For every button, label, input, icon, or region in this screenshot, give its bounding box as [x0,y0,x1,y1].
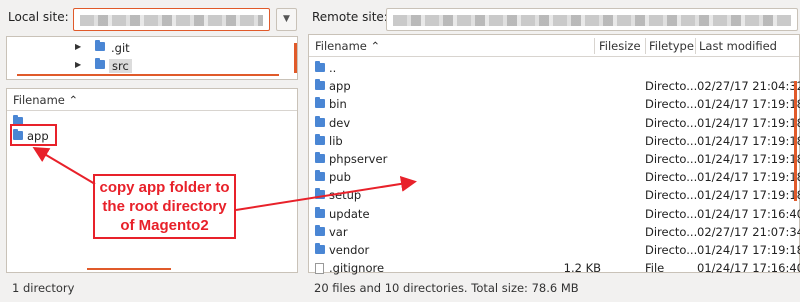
tree-horizontal-scrollbar[interactable] [17,74,279,76]
item-modified: 01/24/17 17:19:18 [697,97,800,112]
item-name: update [329,206,370,221]
item-modified: 01/24/17 17:16:40 [697,261,800,276]
item-name: vendor [329,243,370,257]
item-name: pub [329,170,351,185]
item-name: bin [329,97,347,112]
highlight-box [10,124,57,146]
tree-scrollbar[interactable] [294,43,297,73]
table-row[interactable]: .. [309,59,799,77]
local-horizontal-scrollbar[interactable] [87,268,171,270]
table-row[interactable]: var Directo... 02/27/17 21:07:34 [309,223,800,241]
folder-icon [315,206,325,218]
remote-site-input[interactable] [386,8,798,31]
table-row[interactable]: vendor Directo... 01/24/17 17:19:18 [309,241,800,259]
item-modified: 01/24/17 17:19:18 [697,188,800,203]
local-site-bar: Local site: ▼ [0,0,302,34]
remote-pane: Remote site: Filename ⌃ Filesize Filetyp… [304,0,800,302]
annotation-line: the root directory [102,198,227,215]
remote-list-header: Filename ⌃ Filesize Filetype Last modifi… [309,35,799,57]
folder-icon [315,61,325,72]
triangle-right-icon[interactable]: ▶ [75,42,81,51]
item-type: Directo... [645,224,698,239]
item-name: setup [329,188,362,203]
item-name: var [329,224,348,239]
folder-icon [95,40,105,51]
item-modified: 01/24/17 17:19:18 [697,243,800,257]
local-site-input[interactable] [73,8,270,31]
remote-vertical-scrollbar[interactable] [794,81,797,201]
remote-site-label: Remote site: [312,10,388,24]
item-modified: 01/24/17 17:19:18 [697,170,800,185]
folder-icon [315,79,325,91]
table-row[interactable]: setup Directo... 01/24/17 17:19:18 [309,186,800,204]
tree-item-label: src [109,59,132,73]
item-name: phpserver [329,152,388,166]
column-filename[interactable]: Filename ⌃ [315,39,380,53]
annotation-callout: copy app folder to the root directory of… [93,174,236,239]
remote-file-list[interactable]: Filename ⌃ Filesize Filetype Last modifi… [308,34,800,275]
folder-icon [315,170,325,182]
caret-up-icon: ⌃ [370,39,381,53]
folder-icon [315,115,325,127]
annotation-line: copy app folder to [99,179,230,196]
item-name: lib [329,133,343,148]
column-filetype[interactable]: Filetype [649,39,694,53]
folder-icon [315,188,325,200]
item-type: Directo... [645,133,698,148]
tree-item-label: .git [111,41,130,55]
column-last-modified[interactable]: Last modified [699,39,777,53]
annotation-line: of Magento2 [120,217,209,234]
caret-up-icon: ⌃ [68,93,79,107]
table-row[interactable]: bin Directo... 01/24/17 17:19:18 [309,95,800,113]
table-row[interactable]: phpserver Directo... 01/24/17 17:19:18 [309,150,800,168]
folder-icon [315,152,325,163]
table-row[interactable]: app Directo... 02/27/17 21:04:32 [309,77,800,95]
local-pane: Local site: ▼ ▶ .git ▶ src Filename ⌃ .. [0,0,302,302]
item-type: File [645,261,665,276]
local-directory-tree[interactable]: ▶ .git ▶ src [6,36,298,80]
item-size: 1.2 KB [563,261,601,276]
item-type: Directo... [645,188,698,203]
file-icon [315,263,324,275]
table-row[interactable]: dev Directo... 01/24/17 17:19:18 [309,114,800,132]
item-name: dev [329,115,351,130]
item-type: Directo... [645,115,698,130]
folder-icon [315,97,325,109]
remote-site-bar: Remote site: [304,0,800,34]
item-name: app [329,79,351,94]
chevron-down-icon[interactable]: ▼ [276,8,297,31]
table-row[interactable]: .gitignore 1.2 KB File 01/24/17 17:16:40 [309,259,800,277]
item-modified: 01/24/17 17:16:40 [697,206,800,221]
folder-icon [315,224,325,236]
item-type: Directo... [645,243,698,257]
item-modified: 02/27/17 21:07:34 [697,224,800,239]
tree-item-git[interactable]: ▶ .git [7,39,287,57]
item-modified: 02/27/17 21:04:32 [697,79,800,94]
local-status-text: 1 directory [12,281,75,295]
item-modified: 01/24/17 17:19:18 [697,115,800,130]
item-name: .gitignore [329,261,385,276]
item-type: Directo... [645,206,698,221]
column-filename[interactable]: Filename ⌃ [13,93,78,107]
remote-status-text: 20 files and 10 directories. Total size:… [314,281,579,295]
folder-icon [315,133,325,145]
folder-icon [315,243,325,254]
local-site-label: Local site: [8,10,69,24]
tree-item-src[interactable]: ▶ src [7,57,287,75]
folder-icon [95,58,105,69]
item-modified: 01/24/17 17:19:18 [697,133,800,148]
local-list-header: Filename ⌃ [7,89,297,111]
item-type: Directo... [645,152,698,166]
table-row[interactable]: pub Directo... 01/24/17 17:19:18 [309,168,800,186]
item-type: Directo... [645,79,698,94]
column-filesize[interactable]: Filesize [599,39,641,53]
item-type: Directo... [645,97,698,112]
item-modified: 01/24/17 17:19:18 [697,152,800,166]
table-row[interactable]: lib Directo... 01/24/17 17:19:18 [309,132,800,150]
item-type: Directo... [645,170,698,185]
triangle-right-icon[interactable]: ▶ [75,60,81,69]
item-name: .. [329,61,337,75]
table-row[interactable]: update Directo... 01/24/17 17:16:40 [309,205,800,223]
